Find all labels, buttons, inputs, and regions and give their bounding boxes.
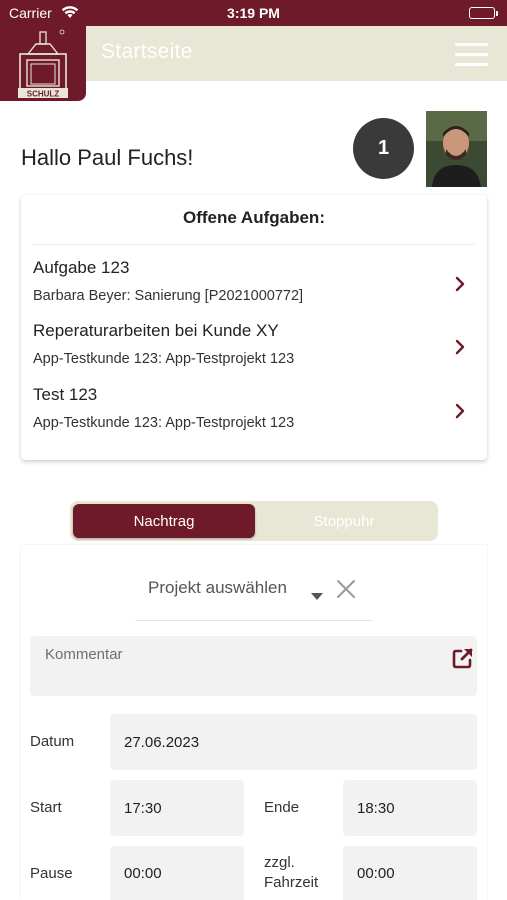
external-link-icon[interactable] [451, 646, 475, 675]
page-title: Startseite [101, 40, 193, 63]
task-title: Aufgabe 123 [33, 258, 130, 277]
task-title: Reperaturarbeiten bei Kunde XY [33, 321, 279, 340]
status-bar: Carrier 3:19 PM [0, 0, 507, 26]
pause-field[interactable]: 00:00 [110, 846, 244, 900]
tab-stoppuhr[interactable]: Stoppuhr [253, 504, 435, 538]
close-icon[interactable] [335, 578, 357, 600]
open-tasks-card: Offene Aufgaben: Aufgabe 123 Barbara Bey… [21, 195, 487, 460]
logo-text: SCHULZ [27, 90, 60, 99]
task-item[interactable]: Aufgabe 123 Barbara Beyer: Sanierung [P2… [21, 258, 487, 316]
end-label: Ende [264, 799, 300, 816]
date-label: Datum [30, 733, 75, 750]
greeting-text: Hallo Paul Fuchs! [21, 145, 194, 170]
end-time-field[interactable]: 18:30 [343, 780, 477, 836]
comment-placeholder: Kommentar [45, 646, 123, 663]
project-select-placeholder: Projekt auswählen [148, 578, 287, 597]
task-item[interactable]: Test 123 App-Testkunde 123: App-Testproj… [21, 385, 487, 443]
chevron-right-icon [453, 338, 467, 361]
caret-down-icon [311, 587, 323, 605]
hamburger-menu-icon[interactable] [455, 43, 488, 67]
start-label: Start [30, 799, 62, 816]
travel-time-field[interactable]: 00:00 [343, 846, 477, 900]
travel-label-line2: Fahrzeit [264, 874, 319, 891]
travel-time-label: zzgl. Fahrzeit [264, 853, 318, 893]
task-subtitle: App-Testkunde 123: App-Testprojekt 123 [33, 415, 295, 431]
task-subtitle: App-Testkunde 123: App-Testprojekt 123 [33, 351, 295, 367]
pause-label: Pause [30, 865, 73, 882]
task-item[interactable]: Reperaturarbeiten bei Kunde XY App-Testk… [21, 321, 487, 379]
tab-nachtrag[interactable]: Nachtrag [73, 504, 255, 538]
tasks-title: Offene Aufgaben: [183, 208, 325, 227]
chevron-right-icon [453, 402, 467, 425]
date-field[interactable]: 27.06.2023 [110, 714, 477, 770]
comment-field[interactable]: Kommentar [30, 636, 477, 696]
battery-icon [469, 7, 498, 19]
chevron-right-icon [453, 275, 467, 298]
travel-label-line1: zzgl. [264, 854, 295, 871]
task-subtitle: Barbara Beyer: Sanierung [P2021000772] [33, 288, 304, 304]
start-time-field[interactable]: 17:30 [110, 780, 244, 836]
task-title: Test 123 [33, 385, 98, 404]
status-time: 3:19 PM [227, 5, 280, 21]
divider [33, 244, 475, 245]
mode-segmented-control: Nachtrag Stoppuhr [70, 501, 438, 541]
notification-badge[interactable]: 1 [353, 118, 414, 179]
schulz-logo[interactable]: SCHULZ [0, 26, 86, 101]
avatar[interactable] [426, 111, 487, 187]
